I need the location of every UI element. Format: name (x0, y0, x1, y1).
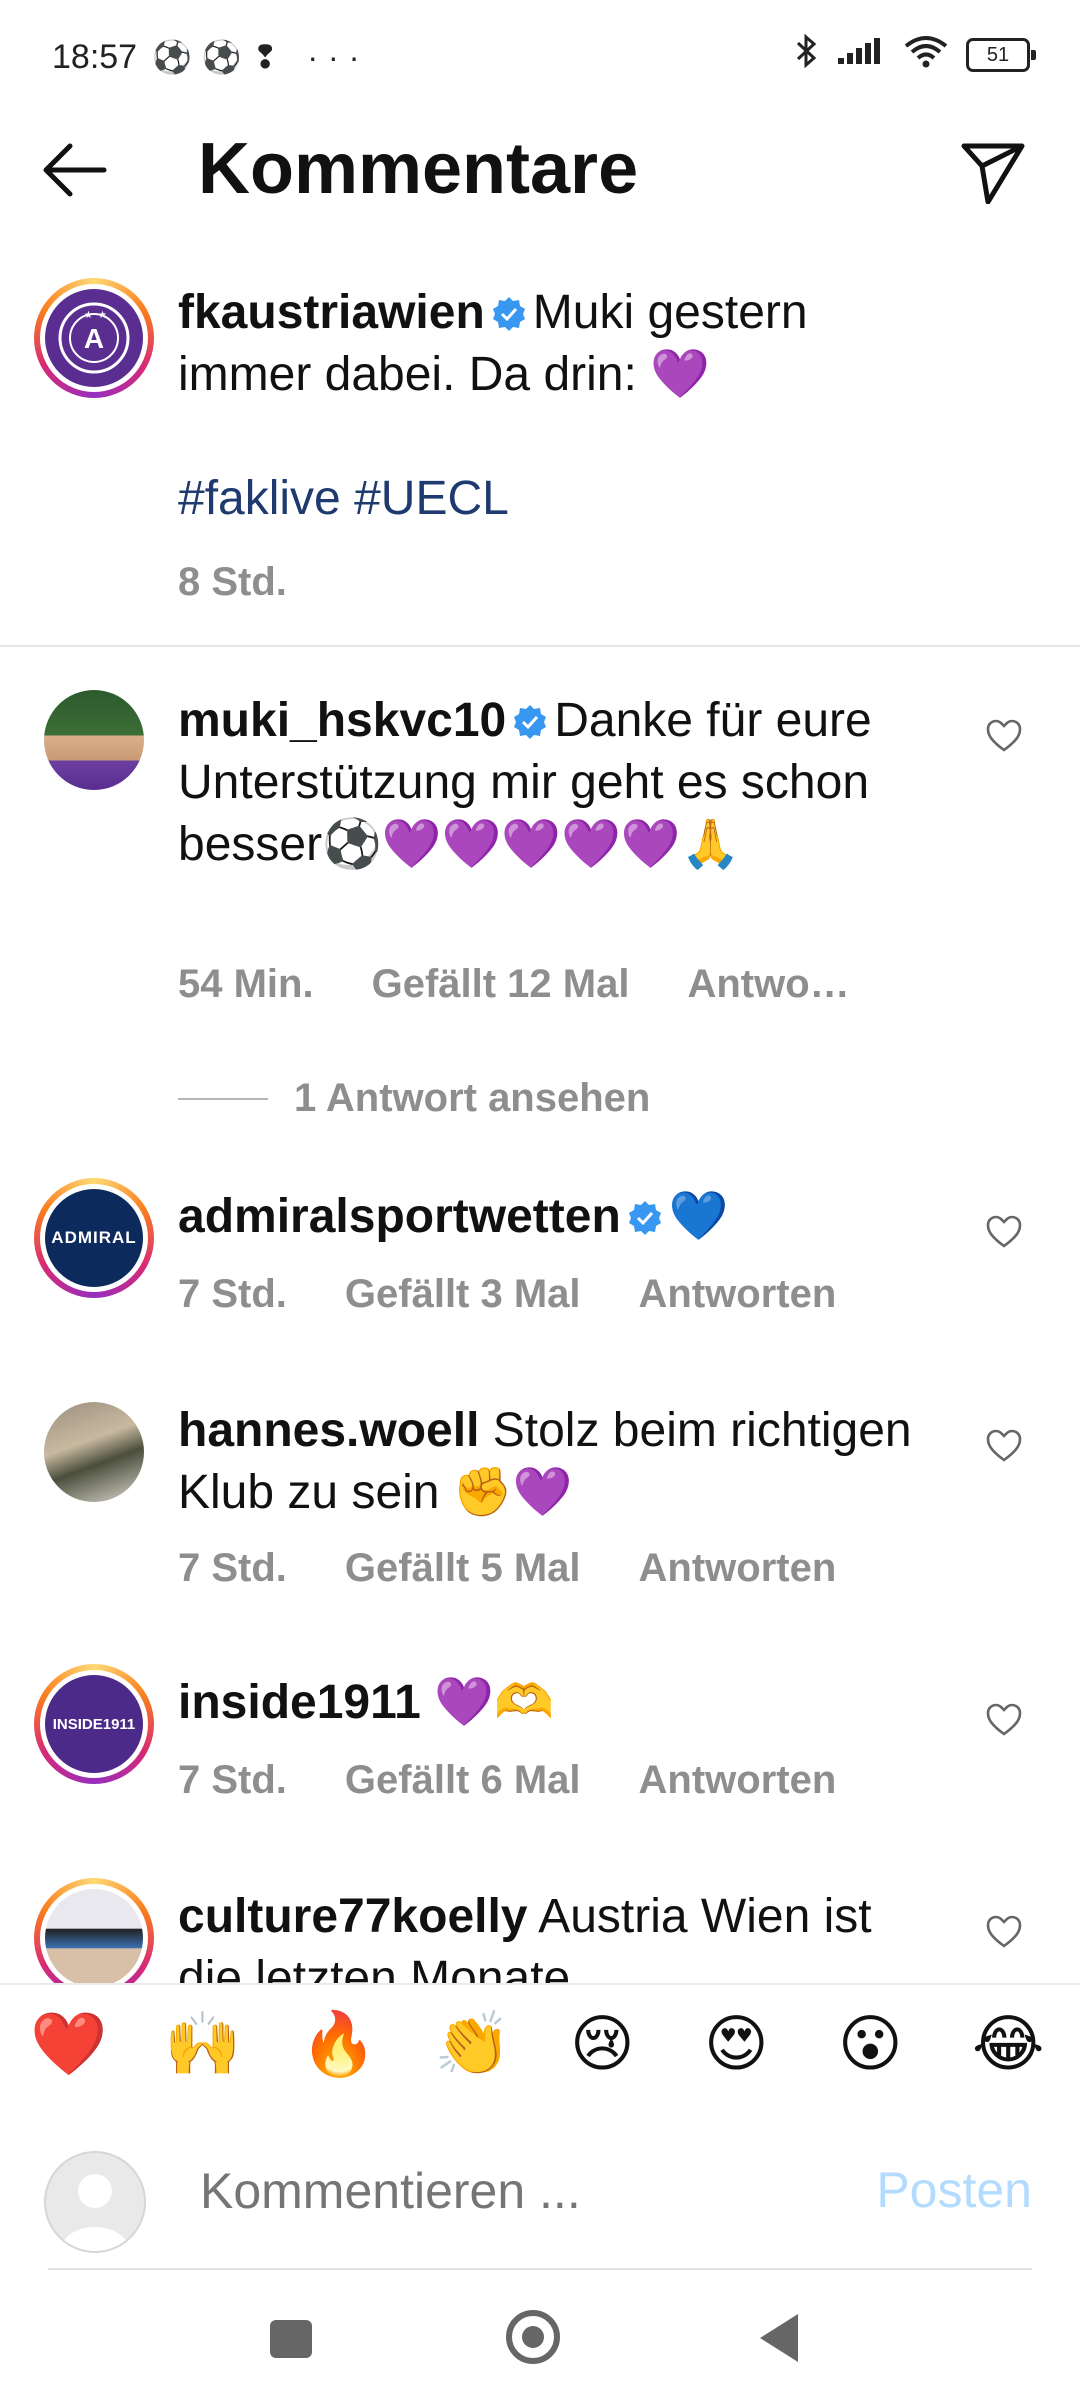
avatar[interactable] (44, 690, 144, 790)
caption-hashtags[interactable]: #faklive #UECL (178, 472, 509, 525)
comment-meta: 7 Std. Gefällt 5 Mal Antworten (178, 1546, 836, 1591)
like-heart-icon[interactable] (986, 718, 1022, 754)
reply-button[interactable]: Antwo… (687, 962, 849, 1007)
bluetooth-icon (796, 33, 818, 76)
reply-button[interactable]: Antworten (639, 1272, 837, 1317)
emoji-button[interactable]: 😮 (838, 2007, 903, 2080)
emoji-button[interactable]: ❤️ (30, 2007, 107, 2081)
emoji-reaction-bar: ❤️ 🙌 🔥 👏 😢 😍 😮 😂 (0, 1983, 1080, 2117)
view-replies-button[interactable]: 1 Antwort ansehen (178, 1076, 650, 1121)
emoji-button[interactable]: 😢 (570, 2007, 635, 2080)
comment-time: 7 Std. (178, 1546, 287, 1590)
caption-meta: 8 Std. (178, 560, 287, 605)
status-right-icons: 51 (796, 33, 1036, 76)
comment-text: culture77koelly Austria Wien ist die let… (178, 1886, 938, 1983)
comment-username[interactable]: admiralsportwetten (178, 1190, 621, 1243)
comment-likes[interactable]: Gefällt 5 Mal (345, 1546, 581, 1591)
caption-time: 8 Std. (178, 560, 287, 604)
comment-time: 7 Std. (178, 1272, 287, 1316)
comment-body: 💜🫶 (434, 1676, 554, 1729)
status-time: 18:57 (52, 38, 138, 76)
emoji-button[interactable]: 🙌 (164, 2007, 241, 2081)
verified-badge-icon (492, 297, 525, 331)
post-caption: A ★ ★ fkaustriawien Muki gestern immer dabe… (0, 260, 1080, 647)
avatar[interactable] (44, 1402, 144, 1502)
comment-item: culture77koelly Austria Wien ist die let… (0, 1870, 1080, 1983)
like-heart-icon[interactable] (986, 1914, 1022, 1950)
battery-icon: 51 (966, 38, 1036, 72)
top-bar: Kommentare (0, 120, 1080, 220)
signal-icon (836, 36, 886, 74)
emoji-button[interactable]: 👏 (434, 2007, 511, 2081)
admiral-logo: ADMIRAL (45, 1189, 143, 1287)
svg-text:★: ★ (84, 310, 93, 321)
comment-likes[interactable]: Gefällt 3 Mal (345, 1272, 581, 1317)
inside1911-logo: INSIDE1911 (45, 1675, 143, 1773)
emoji-button[interactable]: 🔥 (300, 2007, 377, 2081)
comment-text: inside1911 💜🫶 (178, 1672, 938, 1734)
fak-crest-icon: A ★ ★ (45, 289, 143, 387)
verified-badge-icon (628, 1201, 661, 1235)
comment-username[interactable]: hannes.woell (178, 1404, 479, 1457)
reply-divider (178, 1097, 268, 1100)
emoji-button[interactable]: 😍 (704, 2007, 769, 2080)
comment-likes[interactable]: Gefällt 12 Mal (372, 962, 630, 1007)
comment-text: hannes.woell Stolz beim richtigen Klub z… (178, 1400, 938, 1524)
comment-meta: 7 Std. Gefällt 6 Mal Antworten (178, 1758, 836, 1803)
recents-button[interactable] (270, 2320, 312, 2358)
like-heart-icon[interactable] (986, 1214, 1022, 1250)
avatar[interactable]: ADMIRAL (34, 1178, 154, 1298)
comment-time: 7 Std. (178, 1758, 287, 1802)
avatar[interactable]: A ★ ★ (34, 278, 154, 398)
comment-composer: Posten (0, 2115, 1080, 2265)
comment-input[interactable] (198, 2161, 802, 2221)
avatar[interactable] (34, 1878, 154, 1983)
caption-text: fkaustriawien Muki gestern immer dabei. D… (178, 282, 938, 530)
comment-meta: 7 Std. Gefällt 3 Mal Antworten (178, 1272, 836, 1317)
comment-body: 💙 (668, 1190, 729, 1243)
own-avatar (44, 2151, 146, 2253)
notification-icons: ⚽⚽❢ ··· (152, 39, 370, 75)
emoji-button[interactable]: 😂 (972, 2007, 1044, 2080)
caption-username[interactable]: fkaustriawien (178, 286, 485, 339)
system-nav-bar (0, 2270, 1080, 2400)
comment-username[interactable]: inside1911 (178, 1676, 421, 1729)
back-button[interactable] (760, 2314, 798, 2362)
svg-text:A: A (84, 323, 104, 354)
comment-text: muki_hskvc10 Danke für eure Unterstützung… (178, 690, 938, 876)
post-button[interactable]: Posten (876, 2161, 1032, 2219)
verified-badge-icon (514, 705, 547, 739)
comment-text: admiralsportwetten 💙 (178, 1186, 938, 1248)
comment-time: 54 Min. (178, 962, 314, 1006)
comment-likes[interactable]: Gefällt 6 Mal (345, 1758, 581, 1803)
wifi-icon (904, 34, 948, 76)
view-replies-label: 1 Antwort ansehen (294, 1076, 651, 1120)
profile-photo (45, 1889, 143, 1983)
comment-username[interactable]: muki_hskvc10 (178, 694, 506, 747)
page-title: Kommentare (198, 129, 639, 209)
avatar[interactable]: INSIDE1911 (34, 1664, 154, 1784)
back-arrow-icon[interactable] (40, 140, 110, 200)
comment-username[interactable]: culture77koelly (178, 1890, 528, 1943)
like-heart-icon[interactable] (986, 1702, 1022, 1738)
status-bar: 18:57 ⚽⚽❢ ··· 51 (0, 0, 1080, 120)
reply-button[interactable]: Antworten (639, 1546, 837, 1591)
svg-text:★: ★ (98, 310, 107, 321)
reply-button[interactable]: Antworten (639, 1758, 837, 1803)
send-icon[interactable] (960, 138, 1026, 204)
comment-meta: 54 Min. Gefällt 12 Mal Antwo… (178, 962, 850, 1007)
home-button[interactable] (506, 2310, 560, 2364)
like-heart-icon[interactable] (986, 1428, 1022, 1464)
